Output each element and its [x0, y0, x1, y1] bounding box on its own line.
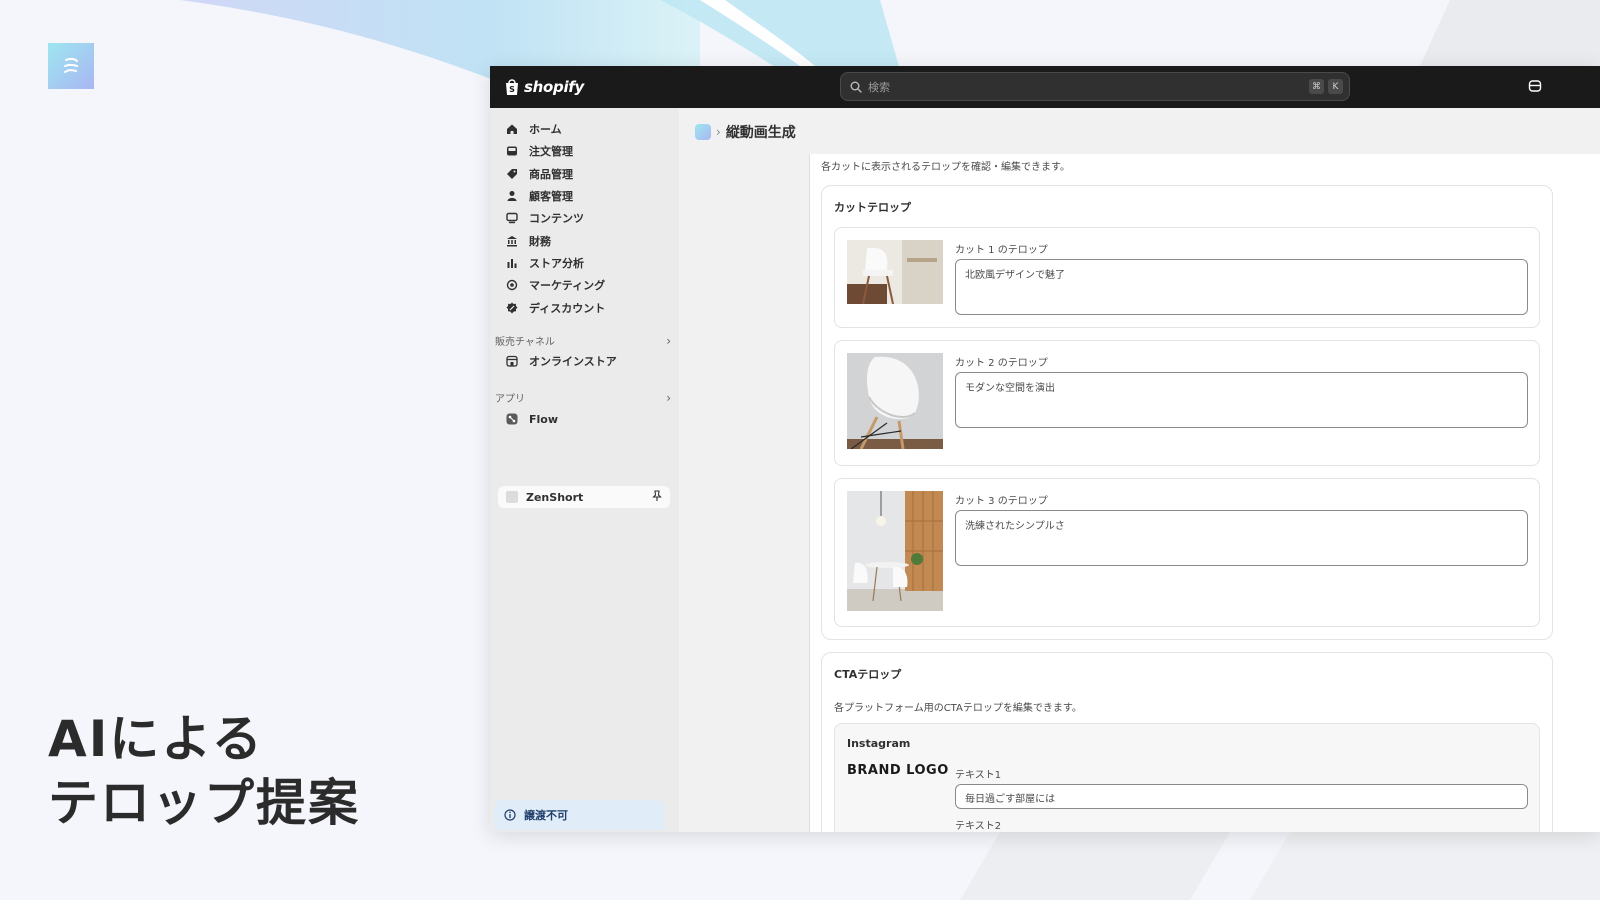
sidebar-item-content[interactable]: コンテンツ: [502, 208, 670, 228]
sidebar: ホーム 注文管理 商品管理 顧客管理 コンテンツ 財務 ストア分析 マーケティン…: [490, 108, 679, 832]
cut-2-telop-textarea[interactable]: モダンな空間を演出: [955, 372, 1528, 428]
bar-chart-icon: [505, 256, 519, 270]
cut-item: カット 2 のテロップ モダンな空間を演出: [834, 340, 1540, 466]
shopify-logo[interactable]: S shopify: [504, 78, 584, 96]
info-icon: [504, 809, 516, 821]
breadcrumb-separator: ›: [716, 125, 721, 139]
cta-description: 各プラットフォーム用のCTAテロップを編集できます。: [834, 703, 1082, 714]
sidebar-item-label: マーケティング: [529, 279, 606, 292]
cut-2-label: カット 2 のテロップ: [955, 358, 1048, 369]
cut-1-image: [847, 240, 943, 304]
text1-label: テキスト1: [955, 770, 1002, 781]
sidebar-item-label: オンラインストア: [529, 355, 617, 368]
sidebar-item-label: ホーム: [529, 123, 562, 136]
top-bar: S shopify 検索 ⌘ K: [490, 66, 1600, 108]
sidebar-item-finance[interactable]: 財務: [502, 231, 670, 251]
instagram-section: Instagram BRAND LOGO テキスト1 毎日過ごす部屋には テキス…: [834, 723, 1540, 832]
search-input[interactable]: 検索 ⌘ K: [840, 72, 1350, 101]
sidebar-item-analytics[interactable]: ストア分析: [502, 253, 670, 273]
zenshort-app-icon[interactable]: [695, 124, 711, 140]
main-content: › 縦動画生成 各カットに表示されるテロップを確認・編集できます。 カットテロッ…: [679, 108, 1600, 832]
card-title: CTAテロップ: [834, 668, 902, 681]
cut-1-telop-textarea[interactable]: 北欧風デザインで魅了: [955, 259, 1528, 315]
search-placeholder: 検索: [868, 80, 890, 94]
cut-3-image: [847, 491, 943, 611]
cut-1-label: カット 1 のテロップ: [955, 245, 1048, 256]
svg-text:S: S: [509, 85, 515, 94]
sidebar-item-flow[interactable]: Flow: [502, 409, 670, 429]
platform-title: Instagram: [847, 737, 911, 750]
section-label: アプリ: [495, 394, 525, 405]
card-title: カットテロップ: [834, 201, 911, 214]
sidebar-item-label: ディスカウント: [529, 302, 606, 315]
non-transferable-label: 譲渡不可: [524, 809, 568, 822]
shopify-wordmark: shopify: [524, 78, 584, 96]
cta-telop-card: CTAテロップ 各プラットフォーム用のCTAテロップを編集できます。 Insta…: [821, 652, 1553, 832]
sidebar-item-products[interactable]: 商品管理: [502, 164, 670, 184]
home-icon: [505, 122, 519, 136]
cut-description: 各カットに表示されるテロップを確認・編集できます。: [821, 162, 1070, 173]
shopify-bag-icon: S: [506, 79, 518, 95]
sidebar-item-discounts[interactable]: ディスカウント: [502, 298, 670, 318]
text1-input[interactable]: 毎日過ごす部屋には: [955, 784, 1528, 809]
headline-line-1: AIによる: [48, 710, 264, 768]
non-transferable-banner[interactable]: 譲渡不可: [494, 800, 664, 830]
zenshort-logo-icon: [64, 57, 78, 73]
sidebar-item-label: ストア分析: [529, 257, 584, 270]
sidebar-item-home[interactable]: ホーム: [502, 119, 670, 139]
brand-logo-tile: [48, 43, 94, 89]
storefront-icon: [505, 354, 519, 368]
cut-3-telop-textarea[interactable]: 洗練されたシンプルさ: [955, 510, 1528, 566]
section-label: 販売チャネル: [495, 337, 555, 348]
zenshort-app-icon: [506, 491, 518, 503]
chevron-right-icon: ›: [666, 390, 671, 405]
sidebar-item-online-store[interactable]: オンラインストア: [502, 351, 670, 371]
sidebar-item-label: 財務: [529, 235, 551, 248]
flow-icon: [505, 412, 519, 426]
headline-line-2: テロップ提案: [48, 774, 360, 832]
sidebar-item-zenshort[interactable]: ZenShort: [498, 486, 670, 508]
content-panel: 各カットに表示されるテロップを確認・編集できます。 カットテロップ カット 1 …: [809, 154, 1600, 832]
sidebar-item-label: 注文管理: [529, 145, 573, 158]
sidebar-item-label: 商品管理: [529, 168, 573, 181]
inbox-icon: [505, 144, 519, 158]
sidebar-item-label: 顧客管理: [529, 190, 573, 203]
breadcrumb: › 縦動画生成: [695, 122, 796, 142]
discount-icon: [505, 301, 519, 315]
shortcut-key-k: K: [1328, 79, 1343, 94]
person-icon: [505, 189, 519, 203]
sidebar-item-label: コンテンツ: [529, 212, 584, 225]
page-title: 縦動画生成: [725, 125, 796, 141]
pin-icon[interactable]: [652, 490, 662, 505]
sidebar-item-orders[interactable]: 注文管理: [502, 141, 670, 161]
chevron-right-icon: ›: [666, 333, 671, 348]
cut-telop-card: カットテロップ カット 1 のテロップ 北欧風デザインで魅了 カット 2 のテロ…: [821, 185, 1553, 640]
cut-item: カット 1 のテロップ 北欧風デザインで魅了: [834, 227, 1540, 328]
sales-channels-header[interactable]: 販売チャネル ›: [495, 333, 671, 349]
bank-icon: [505, 234, 519, 248]
app-window: S shopify 検索 ⌘ K ホーム 注文管理 商品管理 顧客管理 コンテン…: [490, 66, 1600, 832]
sidebar-item-customers[interactable]: 顧客管理: [502, 186, 670, 206]
target-icon: [505, 278, 519, 292]
cut-3-label: カット 3 のテロップ: [955, 496, 1048, 507]
shortcut-key-command: ⌘: [1309, 79, 1324, 94]
sidebar-item-marketing[interactable]: マーケティング: [502, 275, 670, 295]
cut-item: カット 3 のテロップ 洗練されたシンプルさ: [834, 478, 1540, 627]
tag-icon: [505, 167, 519, 181]
headline: AIによる テロップ提案: [48, 707, 360, 835]
search-icon: [850, 81, 862, 93]
brand-logo: BRAND LOGO: [847, 763, 949, 778]
apps-header[interactable]: アプリ ›: [495, 390, 671, 406]
sidebar-item-label: ZenShort: [526, 490, 584, 504]
text2-label: テキスト2: [955, 821, 1002, 832]
content-icon: [505, 211, 519, 225]
store-icon[interactable]: [1528, 78, 1542, 97]
sidebar-item-label: Flow: [529, 412, 559, 426]
cut-2-image: [847, 353, 943, 449]
